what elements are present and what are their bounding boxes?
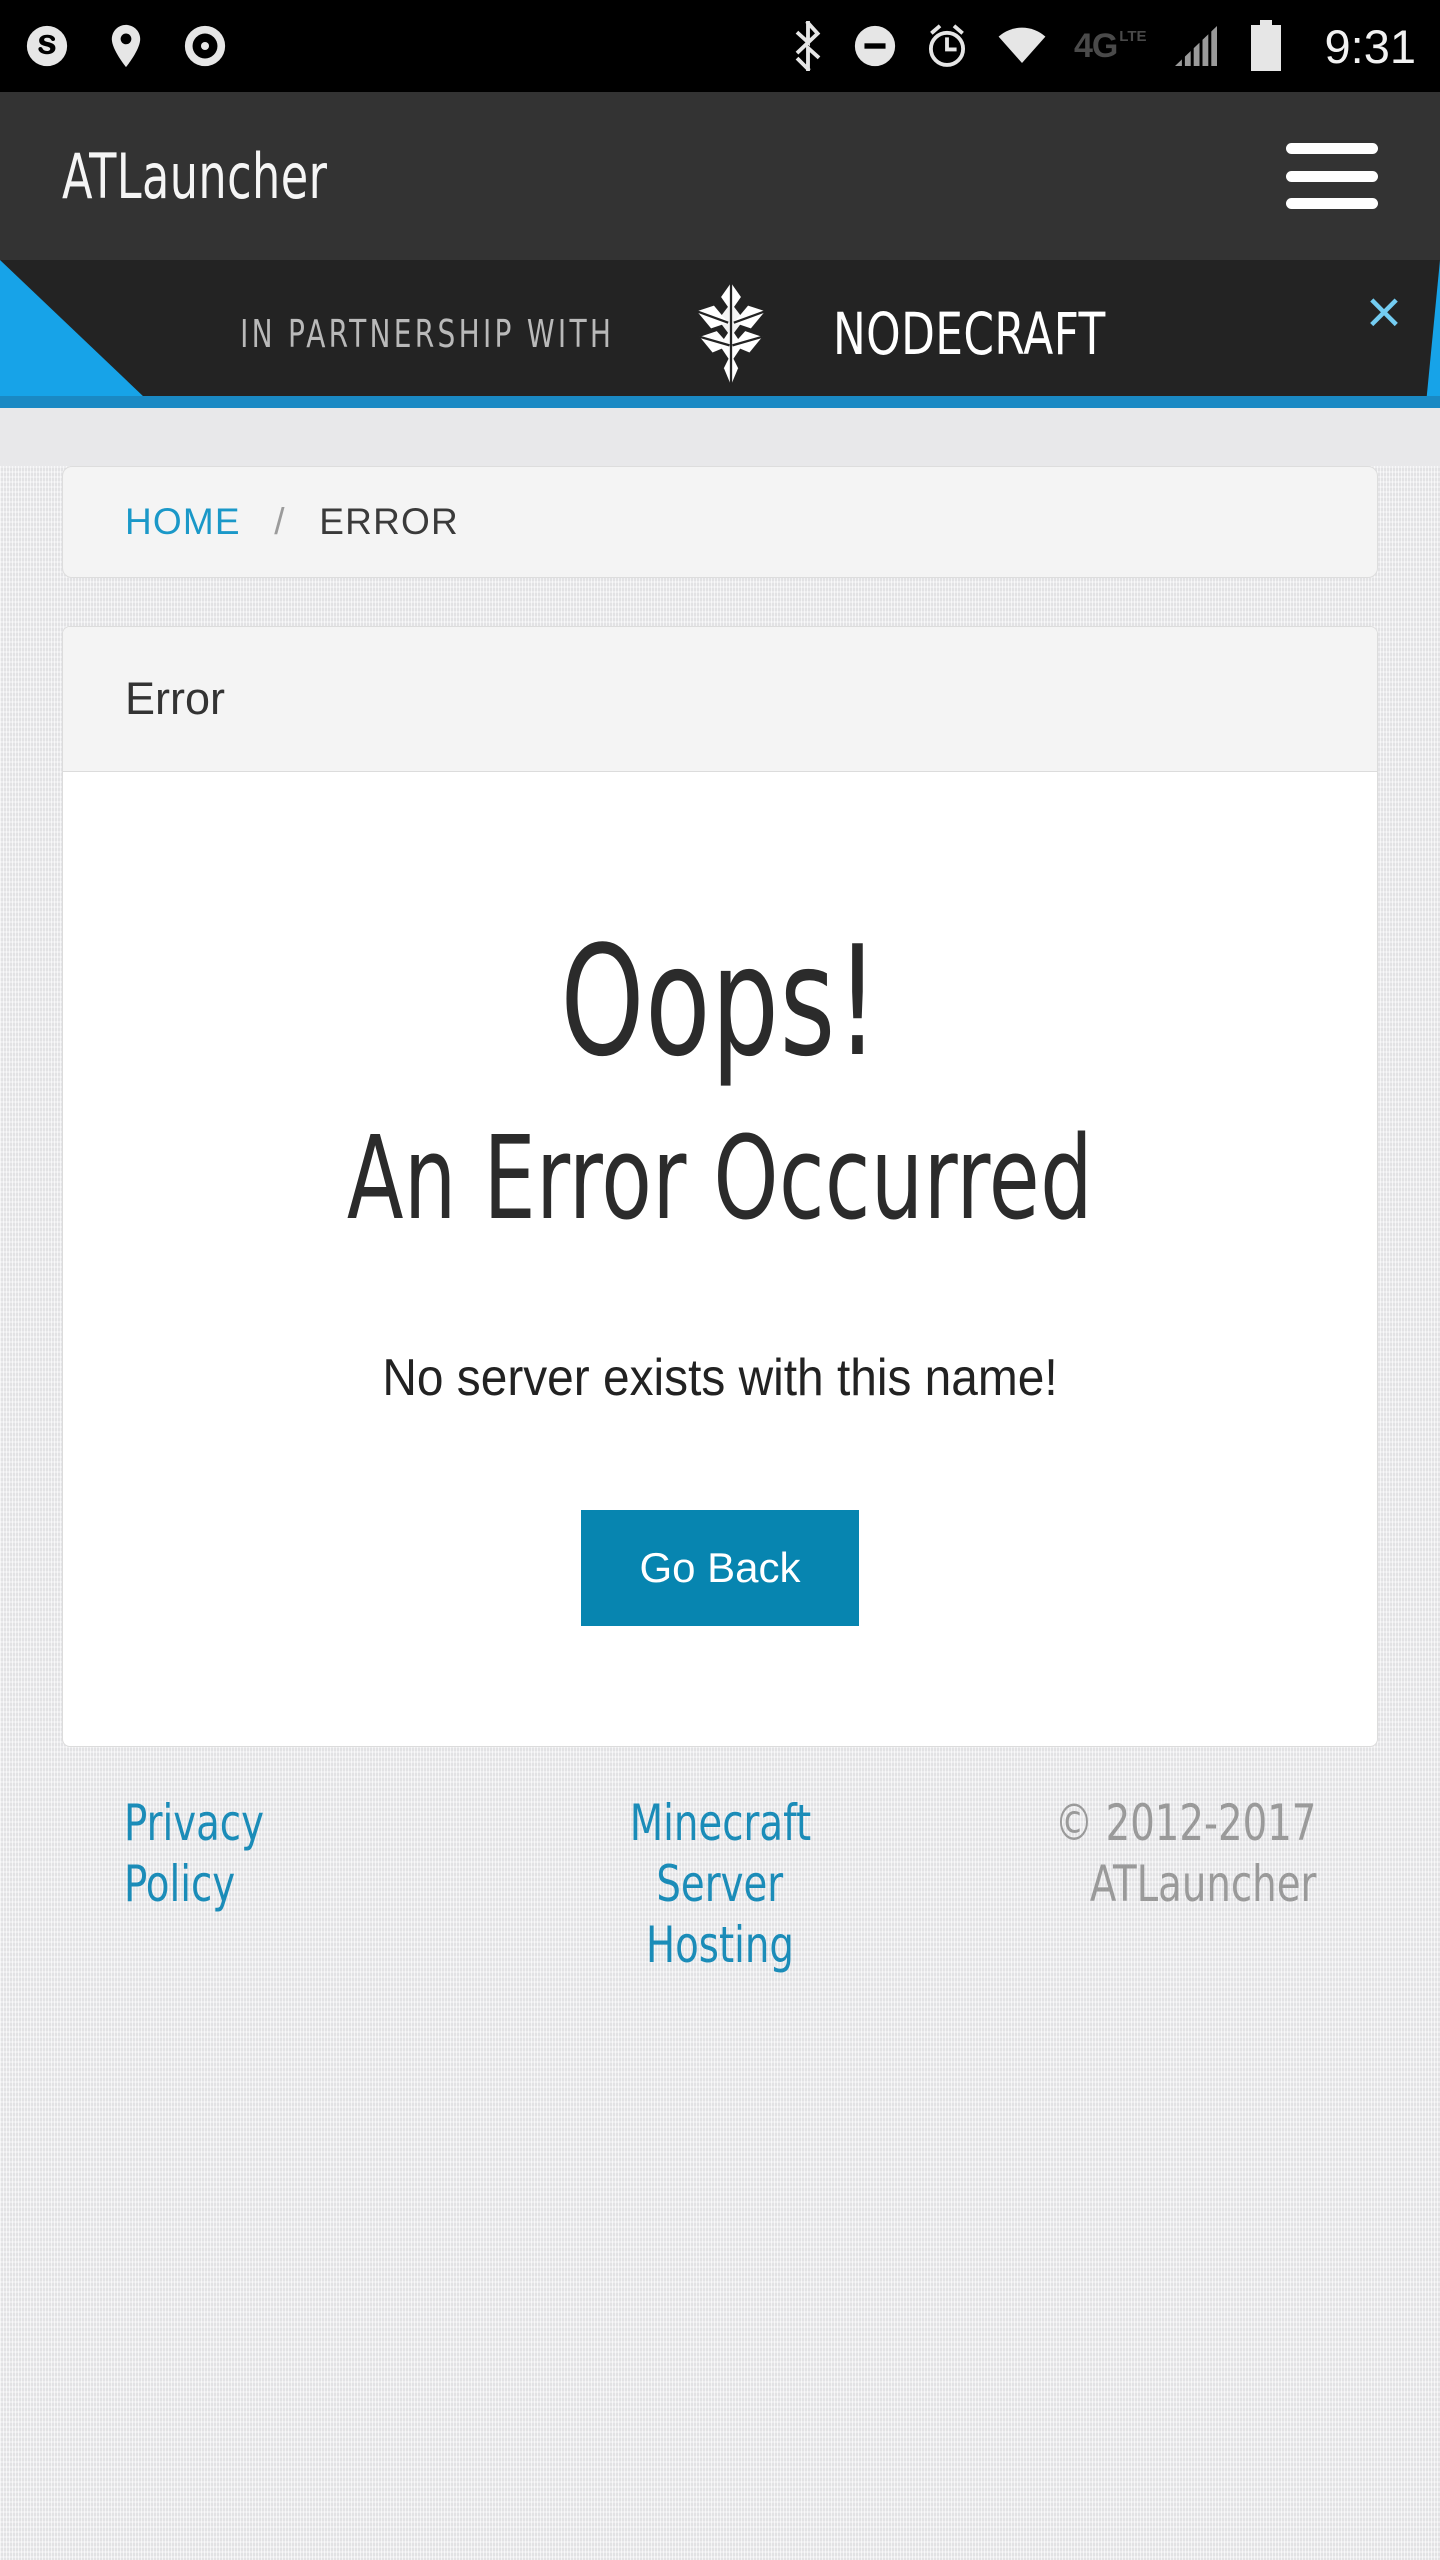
sponsor-banner[interactable]: IN PARTNERSHIP WITH NODECRAFT × [0, 260, 1440, 408]
error-subheading: An Error Occurred [346, 1111, 1094, 1246]
battery-icon [1250, 20, 1281, 71]
partner-label: IN PARTNERSHIP WITH [239, 312, 614, 356]
hamburger-bar-1 [1286, 143, 1378, 154]
hosting-link-line2[interactable]: Server [657, 1854, 784, 1915]
network-subtype-text: LTE [1119, 28, 1147, 45]
status-bar-clock: 9:31 [1324, 19, 1416, 73]
alarm-clock-icon [928, 24, 965, 67]
footer-column-hosting: Minecraft Server Hosting [521, 1793, 918, 1976]
hamburger-bar-2 [1286, 170, 1378, 182]
page-content: HOME / ERROR Error Oops! An Error Occurr… [0, 466, 1440, 2560]
breadcrumb-current: ERROR [319, 501, 459, 542]
hosting-link-line1[interactable]: Minecraft [629, 1793, 810, 1854]
privacy-policy-link-line2[interactable]: Policy [124, 1854, 235, 1915]
hosting-link-line3[interactable]: Hosting [646, 1915, 794, 1976]
sponsor-name: NODECRAFT [832, 300, 1106, 368]
skype-icon [26, 25, 68, 67]
record-circle-icon [184, 25, 226, 67]
copyright-line1: © 2012-2017 [1054, 1794, 1316, 1853]
banner-close-icon[interactable]: × [1328, 260, 1440, 408]
location-pin-icon [111, 24, 141, 68]
copyright-line2: ATLauncher [1089, 1855, 1316, 1914]
banner-bottom-rule [0, 396, 1440, 408]
footer-column-privacy: Privacy Policy [124, 1793, 521, 1915]
error-panel-title: Error [125, 673, 225, 724]
nodecraft-logo-icon [696, 282, 766, 386]
breadcrumb-separator: / [274, 501, 286, 542]
breadcrumb-home-link[interactable]: HOME [125, 501, 241, 542]
breadcrumb: HOME / ERROR [62, 466, 1378, 578]
status-bar-right-icons: 4G LTE 9:31 [790, 19, 1416, 73]
banner-content: IN PARTNERSHIP WITH NODECRAFT [0, 260, 1440, 408]
wifi-icon [998, 27, 1046, 63]
error-heading: Oops! [560, 913, 880, 1090]
hamburger-bar-3 [1286, 198, 1378, 209]
network-type-text: 4G [1073, 27, 1118, 65]
signal-bars-icon [1174, 26, 1217, 66]
network-type-label: 4G LTE [1074, 29, 1147, 63]
brand-title[interactable]: ATLauncher [62, 140, 327, 213]
footer-column-copyright: © 2012-2017 ATLauncher [919, 1793, 1316, 1915]
error-panel: Error Oops! An Error Occurred No server … [62, 626, 1378, 1748]
error-panel-header: Error [63, 627, 1377, 772]
hamburger-menu-icon[interactable] [1286, 143, 1378, 209]
page-footer: Privacy Policy Minecraft Server Hosting … [62, 1747, 1378, 1976]
error-panel-body: Oops! An Error Occurred No server exists… [63, 772, 1377, 1746]
status-bar: 4G LTE 9:31 [0, 0, 1440, 92]
go-back-button[interactable]: Go Back [581, 1510, 859, 1627]
error-message: No server exists with this name! [382, 1349, 1058, 1408]
privacy-policy-link-line1[interactable]: Privacy [124, 1793, 264, 1854]
app-navbar: ATLauncher [0, 92, 1440, 260]
status-bar-left-icons [24, 23, 228, 69]
bluetooth-icon [795, 21, 821, 71]
do-not-disturb-icon [854, 25, 896, 67]
